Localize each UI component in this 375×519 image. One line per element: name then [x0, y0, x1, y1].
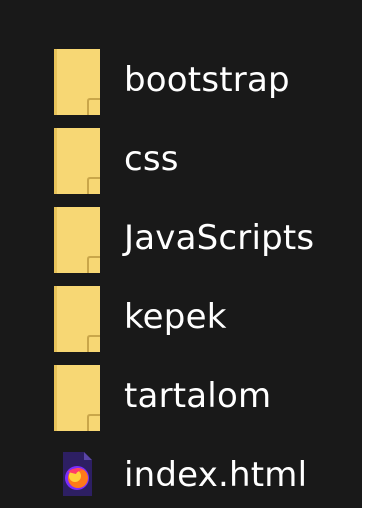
folder-icon	[54, 207, 100, 273]
list-item-javascripts[interactable]: JavaScripts	[54, 207, 354, 286]
folder-icon	[54, 49, 100, 115]
file-list: bootstrap css JavaScripts kepek tartalom…	[54, 49, 354, 519]
folder-icon	[54, 128, 100, 194]
item-label: css	[124, 139, 179, 179]
item-label: JavaScripts	[124, 218, 315, 258]
list-item-bootstrap[interactable]: bootstrap	[54, 49, 354, 128]
item-label: kepek	[124, 297, 227, 337]
firefox-html-file-icon	[54, 444, 100, 510]
item-label: index.html	[124, 455, 308, 495]
file-explorer-panel: bootstrap css JavaScripts kepek tartalom…	[0, 0, 362, 508]
list-item-tartalom[interactable]: tartalom	[54, 365, 354, 444]
folder-icon	[54, 365, 100, 431]
list-item-kepek[interactable]: kepek	[54, 286, 354, 365]
item-label: tartalom	[124, 376, 272, 416]
list-item-index-html[interactable]: index.html	[54, 444, 354, 519]
list-item-css[interactable]: css	[54, 128, 354, 207]
item-label: bootstrap	[124, 60, 290, 100]
folder-icon	[54, 286, 100, 352]
